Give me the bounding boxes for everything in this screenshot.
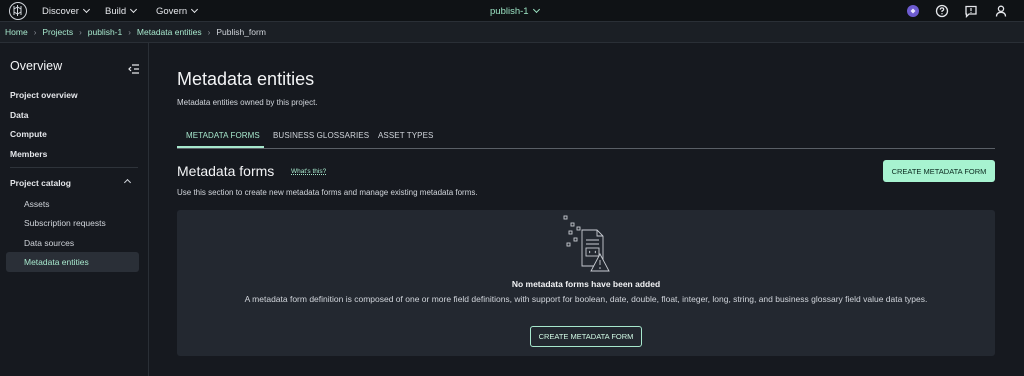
caret-up-icon[interactable] xyxy=(123,178,132,187)
section-title: Metadata forms xyxy=(177,163,275,179)
empty-state-description: A metadata form definition is composed o… xyxy=(244,294,928,304)
sidebar-item-data[interactable]: Data xyxy=(10,110,28,120)
tab-asset-types[interactable]: ASSET TYPES xyxy=(378,131,434,140)
project-switcher[interactable]: publish-1 xyxy=(490,0,540,22)
breadcrumb-project[interactable]: publish-1 xyxy=(88,27,123,37)
chevron-down-icon xyxy=(130,5,138,14)
sidebar: Overview Project overview Data Compute M… xyxy=(0,43,149,376)
chevron-down-icon xyxy=(191,5,199,14)
empty-forms-illustration-icon xyxy=(562,214,614,276)
breadcrumb-separator-icon: › xyxy=(33,27,37,37)
nav-menu-build[interactable]: Build xyxy=(105,0,138,22)
sidebar-item-data-sources[interactable]: Data sources xyxy=(24,238,74,248)
nav-menu-discover[interactable]: Discover xyxy=(42,0,90,22)
empty-state-create-button[interactable]: CREATE METADATA FORM xyxy=(530,326,642,347)
breadcrumb-separator-icon: › xyxy=(79,27,82,37)
sidebar-section-project-catalog[interactable]: Project catalog xyxy=(10,178,71,188)
breadcrumb-separator-icon: › xyxy=(207,27,211,37)
sidebar-item-subscription-requests[interactable]: Subscription requests xyxy=(24,218,106,228)
help-icon[interactable] xyxy=(934,3,950,19)
breadcrumb-projects[interactable]: Projects xyxy=(42,27,73,37)
tab-metadata-forms[interactable]: METADATA FORMS xyxy=(186,131,260,140)
sidebar-divider xyxy=(10,167,138,168)
sidebar-title: Overview xyxy=(10,59,63,73)
active-tab-indicator xyxy=(177,146,264,148)
breadcrumb-separator-icon: › xyxy=(128,27,131,37)
section-description: Use this section to create new metadata … xyxy=(177,188,478,197)
page-title: Metadata entities xyxy=(177,69,315,89)
ai-assistant-icon[interactable] xyxy=(905,3,921,19)
breadcrumb-current: Publish_form xyxy=(216,27,266,37)
breadcrumb-home[interactable]: Home xyxy=(5,27,28,37)
sidebar-item-label: Metadata entities xyxy=(24,257,89,267)
empty-state-panel: No metadata forms have been added A meta… xyxy=(177,210,995,356)
nav-menu-govern[interactable]: Govern xyxy=(156,0,199,22)
create-metadata-form-button[interactable]: CREATE METADATA FORM xyxy=(883,160,995,182)
nav-menu-label: Govern xyxy=(156,5,188,17)
collapse-sidebar-icon[interactable] xyxy=(128,61,140,74)
empty-state-title: No metadata forms have been added xyxy=(511,279,661,289)
tab-business-glossaries[interactable]: BUSINESS GLOSSARIES xyxy=(273,131,369,140)
logo-icon[interactable] xyxy=(9,2,27,20)
nav-menu-label: Discover xyxy=(42,5,79,17)
project-name: publish-1 xyxy=(490,5,529,17)
sidebar-item-assets[interactable]: Assets xyxy=(24,199,50,209)
chevron-down-icon xyxy=(82,5,90,14)
chevron-down-icon xyxy=(532,5,540,14)
tab-bar: METADATA FORMS BUSINESS GLOSSARIES ASSET… xyxy=(177,125,995,149)
top-navigation-bar: Discover Build Govern publish-1 xyxy=(0,0,1024,22)
nav-menu-label: Build xyxy=(105,5,127,17)
whats-this-link[interactable]: What's this? xyxy=(291,168,326,175)
sidebar-item-compute[interactable]: Compute xyxy=(10,129,47,139)
user-icon[interactable] xyxy=(993,3,1009,19)
sidebar-item-metadata-entities[interactable]: Metadata entities xyxy=(6,252,139,272)
sidebar-item-members[interactable]: Members xyxy=(10,149,47,159)
sidebar-item-project-overview[interactable]: Project overview xyxy=(10,90,78,100)
breadcrumb-metadata-entities[interactable]: Metadata entities xyxy=(137,27,202,37)
page-description: Metadata entities owned by this project. xyxy=(177,98,318,107)
breadcrumb: Home › Projects › publish-1 › Metadata e… xyxy=(0,22,1024,43)
feedback-icon[interactable] xyxy=(963,3,979,19)
